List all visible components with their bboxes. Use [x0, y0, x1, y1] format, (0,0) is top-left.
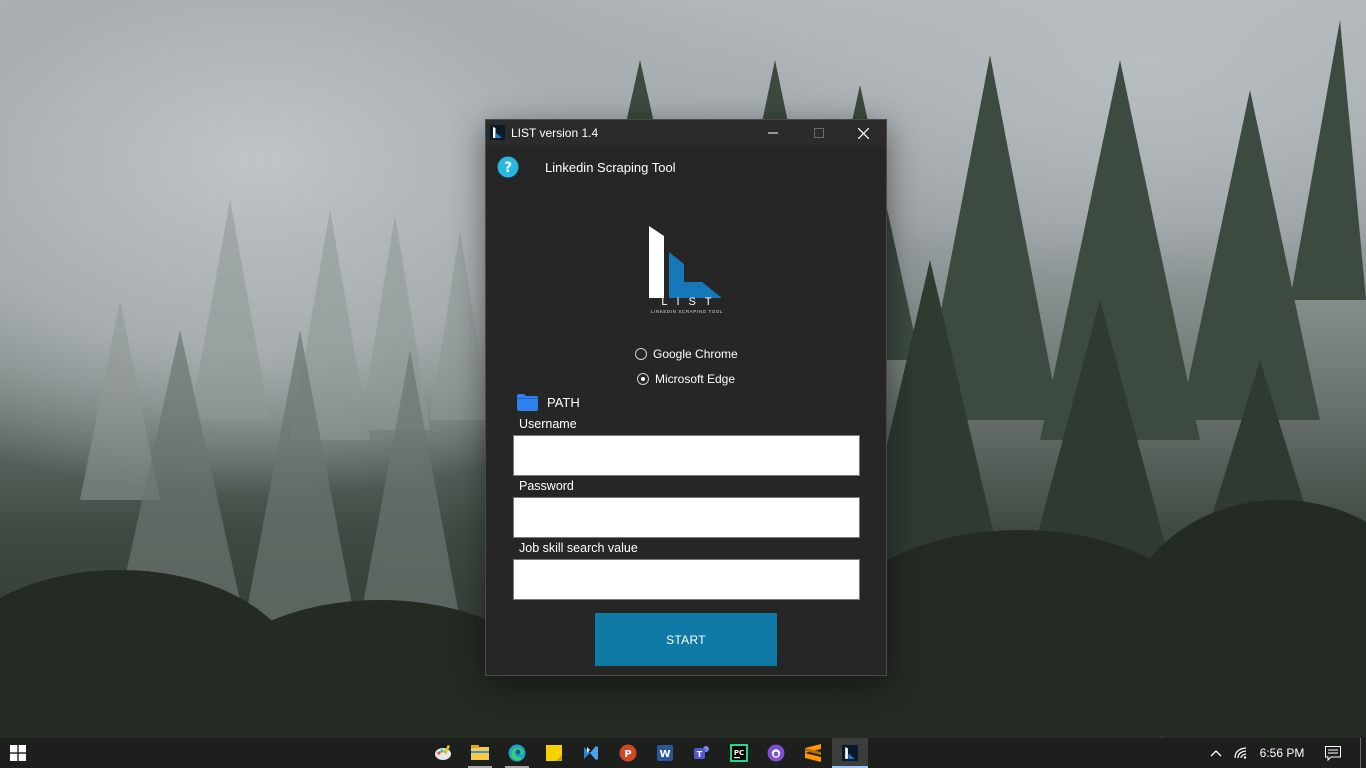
username-label: Username	[519, 417, 577, 431]
notification-icon	[1325, 745, 1341, 761]
show-desktop-button[interactable]	[1360, 738, 1366, 768]
close-icon	[857, 127, 869, 139]
taskbar-edge[interactable]	[499, 738, 535, 768]
taskbar: P W T PC 6:56 PM	[0, 738, 1366, 768]
maximize-icon	[814, 128, 824, 138]
list-app-window: LIST version 1.4 ? Linkedin Scraping Too…	[485, 119, 887, 676]
sticky-notes-icon	[546, 745, 562, 761]
edge-icon	[508, 744, 526, 762]
chevron-up-icon	[1210, 750, 1222, 757]
wifi-icon	[1234, 747, 1247, 759]
svg-text:?: ?	[504, 160, 512, 176]
browser-option-edge[interactable]: Microsoft Edge	[637, 372, 735, 386]
paint-icon	[435, 744, 451, 760]
job-skill-input[interactable]	[513, 559, 860, 600]
taskbar-paint[interactable]	[425, 738, 461, 768]
teams-icon: T	[694, 746, 709, 759]
minimize-icon	[768, 132, 778, 134]
chrome-label: Google Chrome	[653, 347, 738, 361]
visual-studio-icon	[584, 746, 598, 760]
svg-text:W: W	[659, 749, 670, 760]
logo-wordmark: LIST	[661, 296, 721, 308]
powerpoint-icon: P	[619, 744, 637, 762]
minimize-button[interactable]	[750, 120, 796, 146]
taskbar-list-app[interactable]	[832, 738, 868, 768]
folder-icon[interactable]	[517, 394, 538, 411]
start-button[interactable]: START	[595, 613, 777, 666]
svg-text:P: P	[624, 749, 631, 760]
network-button[interactable]	[1230, 738, 1252, 768]
password-label: Password	[519, 479, 574, 493]
path-selector[interactable]: PATH	[517, 394, 580, 411]
title-bar[interactable]: LIST version 1.4	[486, 120, 886, 146]
edge-radio[interactable]	[637, 373, 649, 385]
chrome-radio[interactable]	[635, 348, 647, 360]
taskbar-teams[interactable]: T	[684, 738, 720, 768]
pycharm-icon: PC	[730, 744, 748, 762]
taskbar-powerpoint[interactable]: P	[610, 738, 646, 768]
help-icon[interactable]: ?	[497, 156, 519, 178]
taskbar-sublime-text[interactable]	[795, 738, 831, 768]
windows-logo-icon	[10, 745, 26, 761]
taskbar-word[interactable]: W	[647, 738, 683, 768]
list-app-icon	[842, 745, 858, 761]
browser-option-chrome[interactable]: Google Chrome	[635, 347, 738, 361]
github-desktop-icon	[767, 744, 785, 762]
window-title: LIST version 1.4	[511, 126, 599, 140]
job-skill-label: Job skill search value	[519, 541, 638, 555]
password-input[interactable]	[513, 497, 860, 538]
svg-text:T: T	[697, 750, 703, 759]
maximize-button[interactable]	[796, 120, 842, 146]
tray-overflow-button[interactable]	[1205, 738, 1227, 768]
taskbar-sticky-notes[interactable]	[536, 738, 572, 768]
taskbar-file-explorer[interactable]	[462, 738, 498, 768]
start-button-windows[interactable]	[0, 738, 36, 768]
sublime-text-icon	[805, 744, 821, 762]
word-icon: W	[657, 745, 673, 761]
taskbar-pycharm[interactable]: PC	[721, 738, 757, 768]
username-input[interactable]	[513, 435, 860, 476]
header-title: Linkedin Scraping Tool	[545, 160, 676, 175]
logo-subtitle: LINKEDIN SCRAPING TOOL	[650, 309, 724, 314]
path-label: PATH	[547, 395, 580, 410]
taskbar-clock[interactable]: 6:56 PM	[1252, 746, 1312, 760]
taskbar-visual-studio[interactable]	[573, 738, 609, 768]
app-icon	[490, 125, 505, 140]
close-button[interactable]	[840, 120, 886, 146]
file-explorer-icon	[471, 745, 489, 760]
action-center-button[interactable]	[1320, 738, 1346, 768]
taskbar-github-desktop[interactable]	[758, 738, 794, 768]
svg-text:PC: PC	[734, 749, 744, 757]
edge-label: Microsoft Edge	[655, 372, 736, 386]
